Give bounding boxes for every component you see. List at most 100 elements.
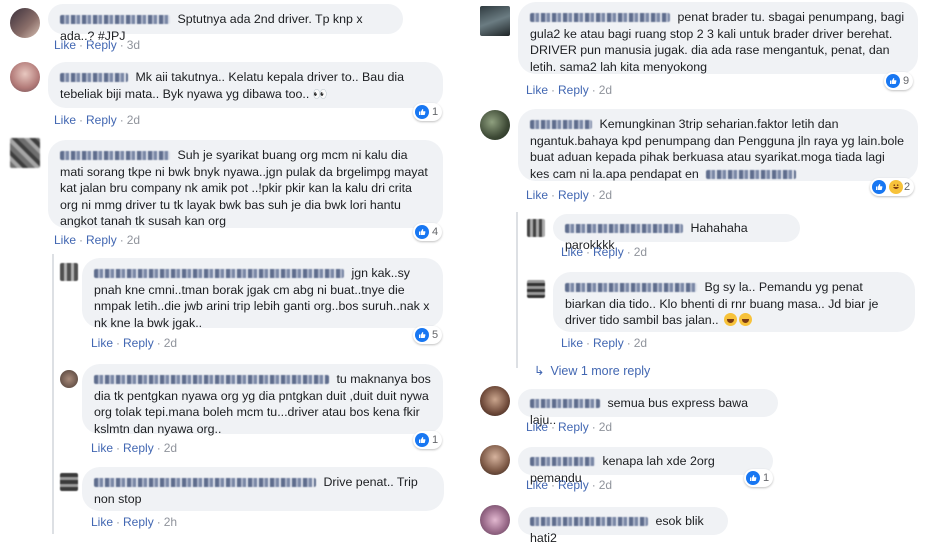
comment-bubble: Hahahaha parokkkk	[553, 214, 800, 252]
reply-button[interactable]: Reply	[123, 441, 154, 455]
comment-time: 2d	[163, 336, 178, 350]
commenter-name[interactable]	[94, 375, 329, 385]
comment-bubble: Bg sy la.. Pemandu yg penat biarkan dia …	[553, 272, 915, 332]
comment-bubble: Sptutnya ada 2nd driver. Tp knp x ada..?…	[48, 4, 403, 43]
reaction-number: 4	[432, 226, 439, 238]
commenter-avatar[interactable]	[60, 263, 78, 281]
reply-button[interactable]: Reply	[558, 83, 589, 97]
commenter-avatar[interactable]	[60, 473, 78, 491]
like-reaction-icon	[746, 471, 760, 485]
comment-time: 2d	[598, 478, 613, 492]
like-reaction-icon	[886, 74, 900, 88]
reply-button[interactable]: Reply	[123, 336, 154, 350]
like-button[interactable]: Like	[526, 420, 548, 434]
commenter-name[interactable]	[530, 120, 592, 130]
like-button[interactable]: Like	[561, 336, 583, 350]
comment-bubble: tu maknanya bos dia tk pentgkan nyawa or…	[82, 364, 443, 436]
reaction-number: 2	[904, 181, 911, 193]
comments-column-right: penat brader tu. sbagai penumpang, bagi …	[470, 0, 940, 545]
comment-actions: Like · Reply · 2d	[91, 441, 178, 455]
comment-time: 2d	[126, 113, 141, 127]
commenter-avatar[interactable]	[527, 280, 545, 298]
commenter-name[interactable]	[530, 457, 595, 467]
reply-button[interactable]: Reply	[558, 478, 589, 492]
reaction-number: 5	[432, 329, 439, 341]
commenter-name[interactable]	[565, 224, 683, 234]
like-button[interactable]: Like	[54, 113, 76, 127]
commenter-avatar[interactable]	[480, 386, 510, 416]
reaction-count[interactable]: 5	[413, 326, 443, 344]
commenter-avatar[interactable]	[527, 219, 545, 237]
reply-button[interactable]: Reply	[593, 245, 624, 259]
reaction-number: 1	[763, 472, 770, 484]
comment-actions: Like · Reply · 2h	[91, 515, 178, 529]
reply-button[interactable]: Reply	[593, 336, 624, 350]
commenter-avatar[interactable]	[480, 505, 510, 535]
like-reaction-icon	[415, 433, 429, 447]
laughing-emoji	[739, 313, 753, 326]
reaction-count[interactable]: 1	[744, 469, 774, 487]
like-reaction-icon	[872, 180, 886, 194]
commenter-avatar[interactable]	[480, 445, 510, 475]
commenter-name[interactable]	[94, 478, 316, 488]
comment-actions: Like · Reply · 3d	[54, 38, 141, 52]
commenter-avatar[interactable]	[480, 6, 510, 36]
commenter-name[interactable]	[565, 283, 697, 293]
comment-bubble: kenapa lah xde 2org pemandu	[518, 447, 773, 485]
reply-button[interactable]: Reply	[86, 233, 117, 247]
like-button[interactable]: Like	[91, 441, 113, 455]
haha-reaction-icon	[889, 180, 903, 194]
comment-bubble: Kemungkinan 3trip seharian.faktor letih …	[518, 109, 918, 181]
like-button[interactable]: Like	[54, 233, 76, 247]
commenter-avatar[interactable]	[60, 370, 78, 388]
like-button[interactable]: Like	[526, 188, 548, 202]
comment-actions: Like · Reply · 2d	[526, 420, 613, 434]
eyes-emoji: 👀	[312, 86, 328, 101]
like-reaction-icon	[415, 225, 429, 239]
reaction-count[interactable]: 9	[884, 72, 914, 90]
reply-button[interactable]: Reply	[558, 188, 589, 202]
like-reaction-icon	[415, 328, 429, 342]
comment-actions: Like · Reply · 2d	[54, 233, 141, 247]
reply-thread-line	[52, 254, 54, 534]
like-button[interactable]: Like	[526, 83, 548, 97]
like-button[interactable]: Like	[91, 515, 113, 529]
comment-bubble: penat brader tu. sbagai penumpang, bagi …	[518, 2, 918, 74]
comments-column-left: Sptutnya ada 2nd driver. Tp knp x ada..?…	[0, 0, 470, 536]
comment-time: 2d	[598, 188, 613, 202]
comment-time: 2h	[163, 515, 178, 529]
comment-time: 3d	[126, 38, 141, 52]
comment-bubble: Suh je syarikat buang org mcm ni kalu di…	[48, 140, 443, 228]
reaction-count[interactable]: 2	[870, 178, 915, 196]
like-button[interactable]: Like	[54, 38, 76, 52]
comment-actions: Like · Reply · 2d	[561, 336, 648, 350]
commenter-name[interactable]	[530, 399, 600, 409]
commenter-name[interactable]	[60, 73, 128, 83]
reaction-count[interactable]: 1	[413, 431, 443, 449]
commenter-name[interactable]	[530, 517, 648, 527]
commenter-name[interactable]	[60, 151, 170, 161]
reaction-count[interactable]: 4	[413, 223, 443, 241]
view-more-replies-link[interactable]: ↳ View 1 more reply	[534, 363, 650, 378]
comment-time: 2d	[126, 233, 141, 247]
like-button[interactable]: Like	[561, 245, 583, 259]
commenter-avatar[interactable]	[480, 110, 510, 140]
commenter-avatar[interactable]	[10, 138, 40, 168]
reaction-count[interactable]: 1	[413, 103, 443, 121]
commenter-name[interactable]	[530, 13, 670, 23]
reply-button[interactable]: Reply	[558, 420, 589, 434]
reply-button[interactable]: Reply	[86, 113, 117, 127]
comment-time: 2d	[598, 83, 613, 97]
reply-button[interactable]: Reply	[86, 38, 117, 52]
commenter-avatar[interactable]	[10, 8, 40, 38]
reply-arrow-icon: ↳	[534, 364, 545, 378]
reaction-number: 9	[903, 75, 910, 87]
comment-actions: Like · Reply · 2d	[54, 113, 141, 127]
like-button[interactable]: Like	[526, 478, 548, 492]
reply-button[interactable]: Reply	[123, 515, 154, 529]
commenter-name[interactable]	[94, 269, 344, 279]
commenter-avatar[interactable]	[10, 62, 40, 92]
mentioned-name[interactable]	[706, 169, 797, 179]
like-button[interactable]: Like	[91, 336, 113, 350]
commenter-name[interactable]	[60, 15, 170, 25]
